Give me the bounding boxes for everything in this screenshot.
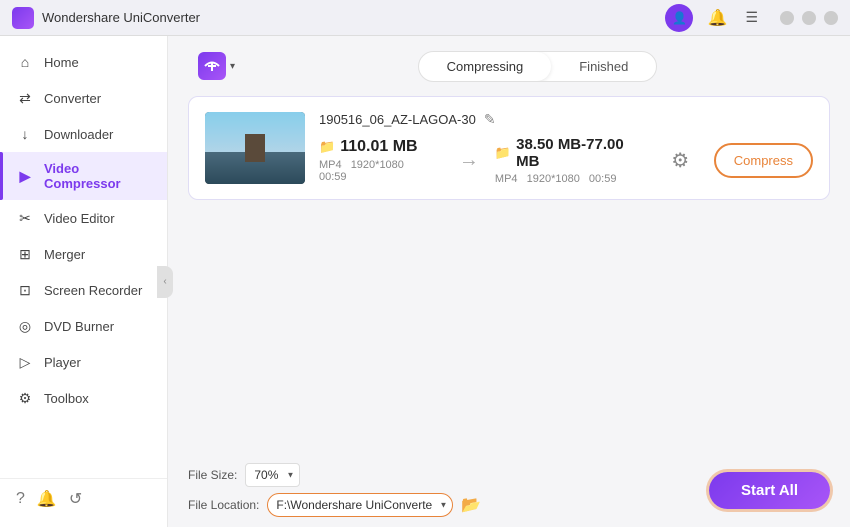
file-list: 190516_06_AZ-LAGOA-30 ✎ 📁 110.01 MB MP4 (168, 96, 850, 275)
sidebar-item-home[interactable]: ⌂ Home (0, 44, 167, 80)
bottom-bar: File Size: 70% 50% 30% 90% File Location… (168, 453, 850, 527)
sidebar-item-video-compressor[interactable]: ▶ Video Compressor (0, 152, 167, 200)
output-size-row: 📁 38.50 MB-77.00 MB (495, 136, 647, 170)
sidebar-item-label: Merger (44, 247, 85, 262)
sidebar-item-label: Converter (44, 91, 101, 106)
active-indicator (0, 152, 3, 200)
menu-icon[interactable]: ☰ (741, 7, 762, 28)
folder-open-icon[interactable]: 📂 (461, 495, 481, 515)
toolbox-icon: ⚙ (16, 389, 34, 407)
source-meta: MP4 1920*1080 00:59 (319, 159, 443, 183)
settings-button[interactable]: ⚙ (663, 143, 698, 179)
app-body: ⌂ Home ⇄ Converter ↓ Downloader ▶ Video … (0, 36, 850, 527)
output-format: MP4 (495, 173, 518, 185)
titlebar: Wondershare UniConverter 👤 🔔 ☰ — □ ✕ (0, 0, 850, 36)
file-size-select[interactable]: 70% 50% 30% 90% (245, 463, 300, 487)
file-name: 190516_06_AZ-LAGOA-30 (319, 112, 476, 127)
dropdown-caret: ▾ (230, 61, 235, 72)
downloader-icon: ↓ (16, 125, 34, 143)
output-resolution: 1920*1080 (527, 173, 580, 185)
sidebar-item-label: Player (44, 355, 81, 370)
sidebar-item-downloader[interactable]: ↓ Downloader (0, 116, 167, 152)
dvd-burner-icon: ◎ (16, 317, 34, 335)
sidebar-footer: ? 🔔 ↺ (0, 478, 167, 519)
close-button[interactable]: ✕ (824, 11, 838, 25)
source-info: 📁 110.01 MB MP4 1920*1080 00:59 (319, 138, 443, 183)
sidebar-item-toolbox[interactable]: ⚙ Toolbox (0, 380, 167, 416)
bell-icon[interactable]: 🔔 (703, 4, 731, 32)
maximize-button[interactable]: □ (802, 11, 816, 25)
add-icon (198, 52, 226, 80)
sidebar-item-label: Home (44, 55, 79, 70)
sidebar-item-label: Toolbox (44, 391, 89, 406)
output-meta: MP4 1920*1080 00:59 (495, 173, 647, 185)
file-location-select-wrapper: F:\Wondershare UniConverte (267, 493, 453, 517)
output-info: 📁 38.50 MB-77.00 MB MP4 1920*1080 00:59 (495, 136, 647, 185)
output-duration: 00:59 (589, 173, 617, 185)
bottom-left: File Size: 70% 50% 30% 90% File Location… (188, 463, 481, 517)
empty-area (168, 275, 850, 454)
sidebar-item-label: Video Editor (44, 211, 115, 226)
file-details: 📁 110.01 MB MP4 1920*1080 00:59 → (319, 136, 813, 185)
toolbar: ▾ Compressing Finished (168, 36, 850, 96)
sidebar-item-label: Downloader (44, 127, 113, 142)
source-duration: 00:59 (319, 171, 347, 183)
source-resolution: 1920*1080 (351, 159, 404, 171)
titlebar-controls: 👤 🔔 ☰ — □ ✕ (665, 4, 838, 32)
sidebar-toggle[interactable]: ‹ (157, 266, 173, 298)
add-files-button[interactable]: ▾ (188, 46, 245, 86)
sidebar: ⌂ Home ⇄ Converter ↓ Downloader ▶ Video … (0, 36, 168, 527)
file-info: 190516_06_AZ-LAGOA-30 ✎ 📁 110.01 MB MP4 (319, 111, 813, 185)
file-size-select-wrapper: 70% 50% 30% 90% (245, 463, 300, 487)
source-size: 110.01 MB (340, 138, 417, 156)
main-content: ▾ Compressing Finished (168, 36, 850, 527)
video-compressor-icon: ▶ (16, 167, 34, 185)
source-folder-icon: 📁 (319, 139, 335, 155)
profile-icon[interactable]: 👤 (665, 4, 693, 32)
player-icon: ▷ (16, 353, 34, 371)
file-location-row: File Location: F:\Wondershare UniConvert… (188, 493, 481, 517)
edit-icon[interactable]: ✎ (484, 111, 496, 128)
sidebar-item-player[interactable]: ▷ Player (0, 344, 167, 380)
file-name-row: 190516_06_AZ-LAGOA-30 ✎ (319, 111, 813, 128)
notification-icon[interactable]: 🔔 (37, 489, 57, 509)
file-location-select[interactable]: F:\Wondershare UniConverte (267, 493, 453, 517)
tab-container: Compressing Finished (245, 51, 830, 82)
file-size-row: File Size: 70% 50% 30% 90% (188, 463, 481, 487)
tab-finished[interactable]: Finished (551, 52, 656, 81)
app-logo (12, 7, 34, 29)
start-all-button[interactable]: Start All (709, 472, 830, 509)
arrow-icon: → (459, 149, 479, 172)
compress-button[interactable]: Compress (714, 143, 813, 178)
sidebar-item-converter[interactable]: ⇄ Converter (0, 80, 167, 116)
converter-icon: ⇄ (16, 89, 34, 107)
tab-compressing[interactable]: Compressing (419, 52, 552, 81)
help-icon[interactable]: ? (16, 490, 25, 508)
sidebar-item-label: Screen Recorder (44, 283, 142, 298)
refresh-icon[interactable]: ↺ (69, 489, 82, 509)
window-controls: — □ ✕ (780, 11, 838, 25)
file-card: 190516_06_AZ-LAGOA-30 ✎ 📁 110.01 MB MP4 (188, 96, 830, 200)
tabs: Compressing Finished (418, 51, 658, 82)
minimize-button[interactable]: — (780, 11, 794, 25)
output-size: 38.50 MB-77.00 MB (516, 136, 647, 170)
video-editor-icon: ✂ (16, 209, 34, 227)
sidebar-item-label: Video Compressor (44, 161, 151, 191)
sidebar-item-screen-recorder[interactable]: ⊡ Screen Recorder (0, 272, 167, 308)
sidebar-item-video-editor[interactable]: ✂ Video Editor (0, 200, 167, 236)
output-folder-icon: 📁 (495, 145, 511, 161)
source-size-row: 📁 110.01 MB (319, 138, 443, 156)
merger-icon: ⊞ (16, 245, 34, 263)
screen-recorder-icon: ⊡ (16, 281, 34, 299)
home-icon: ⌂ (16, 53, 34, 71)
source-format: MP4 (319, 159, 342, 171)
file-thumbnail (205, 112, 305, 184)
file-location-label: File Location: (188, 498, 259, 512)
app-title: Wondershare UniConverter (42, 10, 665, 25)
sidebar-item-dvd-burner[interactable]: ◎ DVD Burner (0, 308, 167, 344)
sidebar-item-merger[interactable]: ⊞ Merger (0, 236, 167, 272)
file-size-label: File Size: (188, 468, 237, 482)
sidebar-item-label: DVD Burner (44, 319, 114, 334)
